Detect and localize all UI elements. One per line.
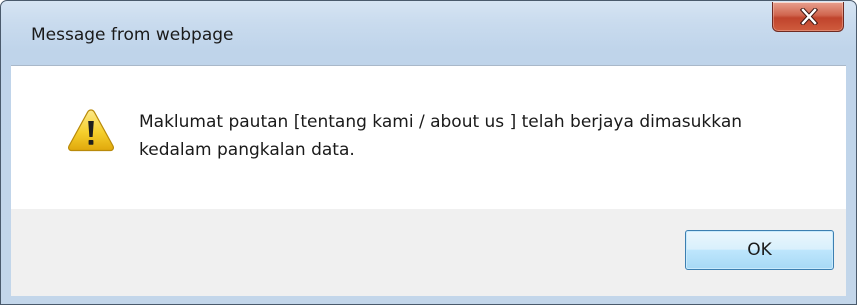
button-bar: OK: [11, 209, 846, 296]
message-line-2: kedalam pangkalan data.: [139, 140, 355, 160]
warning-icon: [68, 109, 114, 152]
window-bottom-border: [1, 294, 856, 304]
dialog-title: Message from webpage: [31, 25, 234, 45]
close-icon: [800, 8, 818, 25]
ok-button[interactable]: OK: [685, 230, 834, 270]
title-bar[interactable]: Message from webpage: [1, 1, 856, 65]
message-panel: Maklumat pautan [tentang kami / about us…: [11, 65, 846, 210]
message-dialog: Message from webpage Maklumat pautan [te…: [0, 0, 857, 305]
message-line-1: Maklumat pautan [tentang kami / about us…: [139, 112, 743, 132]
close-button[interactable]: [772, 2, 844, 32]
message-text: Maklumat pautan [tentang kami / about us…: [139, 108, 819, 164]
